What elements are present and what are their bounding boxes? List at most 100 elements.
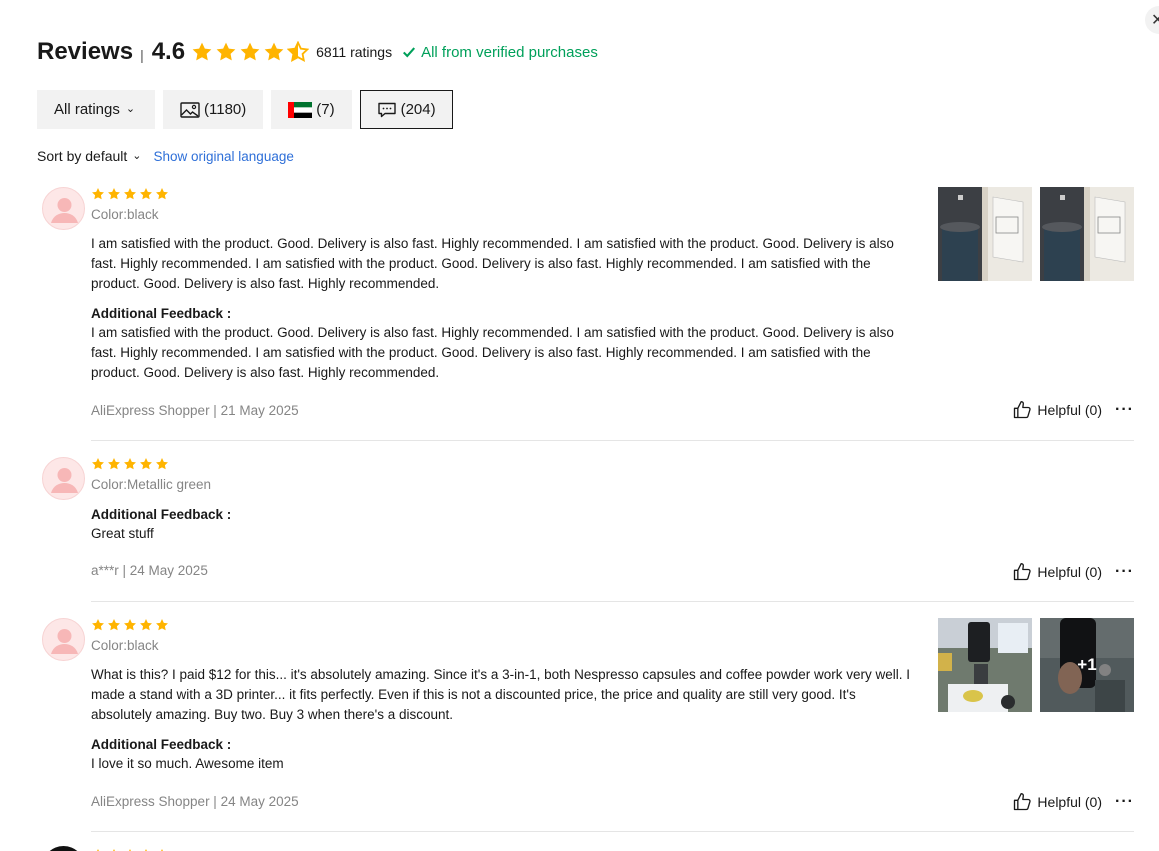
helpful-button[interactable]: Helpful (0) xyxy=(1012,400,1102,420)
star-icon xyxy=(91,187,105,201)
additional-feedback-label: Additional Feedback : xyxy=(91,737,232,752)
comments-count: (204) xyxy=(400,101,436,118)
review-meta: a***r | 24 May 2025 xyxy=(91,563,208,578)
review-item: Color:Metallic green Additional Feedback… xyxy=(42,457,1134,602)
review-photos: +1 xyxy=(938,618,1134,712)
helpful-label: Helpful (0) xyxy=(1037,402,1103,418)
show-original-language-link[interactable]: Show original language xyxy=(154,149,294,164)
chevron-down-icon: ⌄ xyxy=(125,103,136,115)
review-item: Color:black What is this? I paid $12 for… xyxy=(42,618,1134,832)
review-actions: Helpful (0) ··· xyxy=(1012,792,1134,812)
helpful-label: Helpful (0) xyxy=(1037,794,1103,810)
avatar xyxy=(42,457,85,500)
star-icon xyxy=(139,618,153,632)
helpful-button[interactable]: Helpful (0) xyxy=(1012,792,1102,812)
user-icon xyxy=(43,619,85,661)
user-icon xyxy=(43,458,85,500)
star-icon xyxy=(239,41,261,63)
sort-label: Sort by default xyxy=(37,148,128,164)
photos-filter[interactable]: (1180) xyxy=(163,90,264,129)
avatar xyxy=(42,187,85,230)
filter-bar: All ratings ⌄ (1180) (7) (204) xyxy=(37,90,453,129)
star-icon xyxy=(123,457,137,471)
star-icon xyxy=(91,618,105,632)
page-title: Reviews xyxy=(37,38,134,65)
review-meta: AliExpress Shopper | 24 May 2025 xyxy=(91,794,299,809)
additional-feedback-label: Additional Feedback : xyxy=(91,507,232,522)
image-icon xyxy=(180,101,200,118)
sort-dropdown[interactable]: Sort by default ⌄ xyxy=(37,148,142,164)
review-photo[interactable] xyxy=(1040,187,1134,281)
additional-feedback-text: Great stuff xyxy=(91,526,154,541)
review-content: Color:Metallic green Additional Feedback… xyxy=(91,457,911,544)
star-icon xyxy=(215,41,237,63)
star-icon xyxy=(139,457,153,471)
verified-badge: All from verified purchases xyxy=(402,44,598,61)
star-icon xyxy=(155,457,169,471)
review-photos xyxy=(938,187,1134,281)
photos-count: (1180) xyxy=(204,101,247,118)
star-icon xyxy=(155,618,169,632)
star-icon xyxy=(123,618,137,632)
star-icon xyxy=(155,187,169,201)
avatar xyxy=(42,846,85,851)
review-stars xyxy=(91,618,911,632)
review-color-variant: Color:Metallic green xyxy=(91,477,212,492)
star-icon xyxy=(107,457,121,471)
close-button[interactable]: ✕ xyxy=(1145,6,1159,34)
review-color-variant: Color:black xyxy=(91,207,159,222)
thumbs-up-icon xyxy=(1012,562,1032,582)
comment-icon xyxy=(377,102,396,117)
sort-bar: Sort by default ⌄ Show original language xyxy=(37,148,294,164)
helpful-button[interactable]: Helpful (0) xyxy=(1012,562,1102,582)
half-star-icon xyxy=(287,41,309,63)
review-photo[interactable] xyxy=(938,187,1032,281)
more-options-button[interactable]: ··· xyxy=(1115,401,1134,419)
star-icon xyxy=(107,618,121,632)
review-actions: Helpful (0) ··· xyxy=(1012,400,1134,420)
close-icon: ✕ xyxy=(1151,12,1159,29)
all-ratings-dropdown[interactable]: All ratings ⌄ xyxy=(37,90,155,129)
verified-text: All from verified purchases xyxy=(421,43,598,61)
country-filter[interactable]: (7) xyxy=(271,90,352,129)
review-photo[interactable] xyxy=(938,618,1032,712)
country-count: (7) xyxy=(316,101,335,118)
comments-filter[interactable]: (204) xyxy=(359,90,453,129)
additional-feedback-text: I am satisfied with the product. Good. D… xyxy=(91,325,894,380)
star-icon xyxy=(139,187,153,201)
product-photo-image xyxy=(938,187,1032,281)
review-divider xyxy=(91,601,1134,602)
star-icon xyxy=(91,457,105,471)
additional-feedback-label: Additional Feedback : xyxy=(91,306,232,321)
more-photos-count: +1 xyxy=(1040,618,1134,712)
all-ratings-label: All ratings xyxy=(54,101,120,118)
review-stars xyxy=(91,457,911,471)
more-options-button[interactable]: ··· xyxy=(1115,793,1134,811)
thumbs-up-icon xyxy=(1012,400,1032,420)
star-icon xyxy=(263,41,285,63)
average-score: 4.6 xyxy=(151,38,186,65)
additional-feedback-text: I love it so much. Awesome item xyxy=(91,756,284,771)
review-divider xyxy=(91,440,1134,441)
review-divider xyxy=(91,831,1134,832)
thumbs-up-icon xyxy=(1012,792,1032,812)
star-icon xyxy=(191,41,213,63)
user-icon xyxy=(43,188,85,230)
review-photo-more[interactable]: +1 xyxy=(1040,618,1134,712)
review-stars xyxy=(91,187,911,201)
helpful-label: Helpful (0) xyxy=(1037,564,1103,580)
review-content: Color:black What is this? I paid $12 for… xyxy=(91,618,911,774)
more-options-button[interactable]: ··· xyxy=(1115,563,1134,581)
star-icon xyxy=(123,187,137,201)
product-photo-image xyxy=(1040,187,1134,281)
review-meta: AliExpress Shopper | 21 May 2025 xyxy=(91,403,299,418)
product-photo-image xyxy=(938,618,1032,712)
uae-flag-icon xyxy=(288,101,313,118)
avatar xyxy=(42,618,85,661)
chevron-down-icon: ⌄ xyxy=(132,149,142,162)
review-color-variant: Color:black xyxy=(91,638,159,653)
review-item-partial xyxy=(42,846,1134,851)
review-text: What is this? I paid $12 for this... it'… xyxy=(91,667,911,722)
review-item: Color:black I am satisfied with the prod… xyxy=(42,187,1134,441)
star-icon xyxy=(107,187,121,201)
